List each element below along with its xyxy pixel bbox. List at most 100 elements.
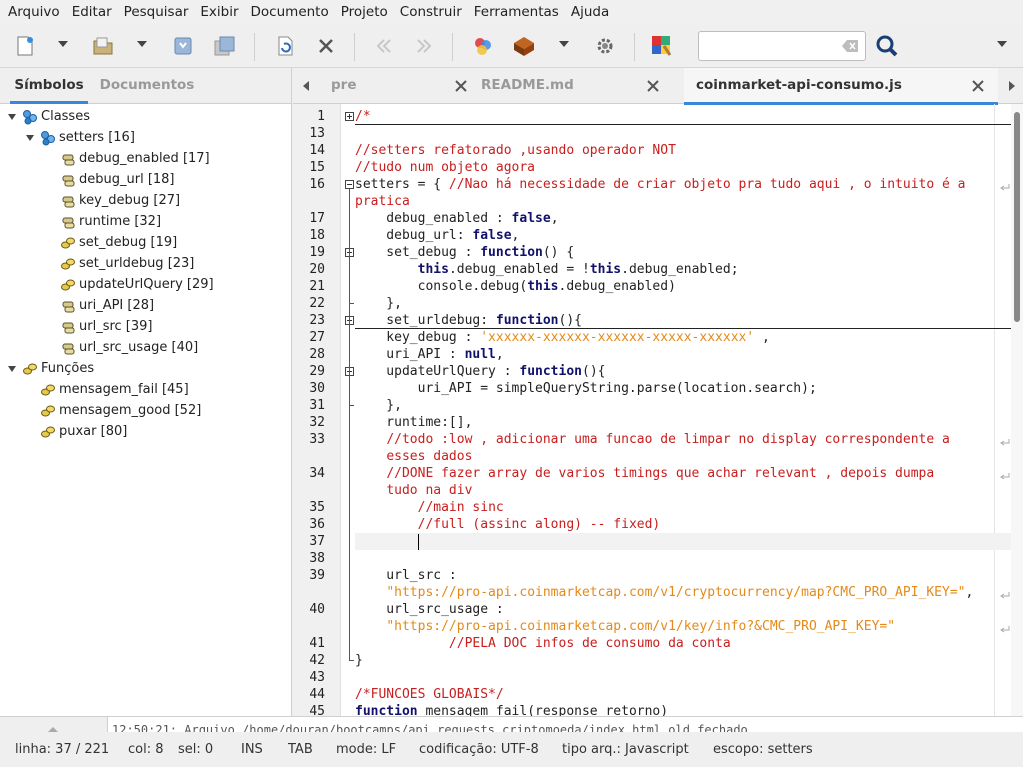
code-keyword: function	[519, 364, 582, 379]
tree-item[interactable]: Funções	[6, 358, 94, 379]
search-input[interactable]	[698, 31, 866, 61]
expand-triangle-icon[interactable]	[24, 132, 36, 144]
fold-expand-icon[interactable]	[345, 112, 354, 121]
menu-ferramentas[interactable]: Ferramentas	[468, 0, 565, 25]
tree-item-label: url_src_usage [40]	[79, 340, 199, 355]
tab-label: README.md	[481, 77, 574, 93]
method-icon	[60, 235, 76, 251]
new-file-icon[interactable]	[12, 33, 38, 59]
new-file-dropdown[interactable]	[58, 41, 68, 47]
line-number: 35	[309, 500, 325, 515]
tree-item[interactable]: url_src_usage [40]	[60, 337, 198, 358]
scrollbar-thumb[interactable]	[1014, 112, 1020, 322]
preferences-icon[interactable]	[592, 33, 618, 59]
open-file-dropdown[interactable]	[137, 41, 147, 47]
message-panel-handle[interactable]	[0, 717, 108, 732]
tree-item-label: key_debug [27]	[79, 193, 181, 208]
class-icon	[40, 130, 56, 146]
save-all-icon[interactable]	[212, 33, 238, 59]
tree-item[interactable]: setters [16]	[24, 127, 135, 148]
line-number: 13	[309, 126, 325, 141]
tab-file-pre[interactable]: pre	[317, 68, 485, 104]
line-number: 39	[309, 568, 325, 583]
vertical-scrollbar[interactable]	[1011, 104, 1023, 716]
fold-collapse-icon[interactable]	[345, 180, 354, 189]
menu-bar: Arquivo Editar Pesquisar Exibir Documento Pro…	[0, 0, 1023, 25]
open-file-icon[interactable]	[90, 33, 116, 59]
tab-file-readme[interactable]: README.md	[469, 68, 669, 104]
back-icon[interactable]	[370, 33, 396, 59]
line-number: 23	[309, 313, 325, 328]
status-filetype: tipo arq.: Javascript	[562, 742, 689, 757]
sidebar-tabs: Símbolos Documentos	[0, 68, 291, 104]
code-keyword: function	[480, 245, 543, 260]
tree-item[interactable]: uri_API [28]	[60, 295, 154, 316]
code-line: "https://pro-api.coinmarketcap.com/v1/cr…	[355, 584, 973, 601]
tree-item[interactable]: debug_enabled [17]	[60, 148, 210, 169]
save-icon[interactable]	[170, 33, 196, 59]
tree-item[interactable]: puxar [80]	[24, 421, 127, 442]
code-text: (){	[558, 313, 582, 328]
menu-exibir[interactable]: Exibir	[194, 0, 244, 25]
status-insert-mode: INS	[241, 742, 263, 757]
menu-arquivo[interactable]: Arquivo	[2, 0, 66, 25]
color-chooser-icon[interactable]	[470, 33, 496, 59]
color-picker-icon[interactable]	[649, 33, 675, 59]
tabs-scroll-left-icon[interactable]	[303, 81, 309, 91]
tree-item-label: url_src [39]	[79, 319, 153, 334]
forward-icon[interactable]	[412, 33, 438, 59]
close-tab-icon[interactable]	[455, 80, 467, 92]
tree-item[interactable]: set_debug [19]	[60, 232, 177, 253]
tree-item[interactable]: debug_url [18]	[60, 169, 175, 190]
tree-item[interactable]: mensagem_good [52]	[24, 400, 201, 421]
method-icon	[60, 256, 76, 272]
code-text: .debug_enabled;	[621, 262, 739, 277]
code-comment: //full (assinc along) -- fixed)	[417, 517, 661, 532]
tree-item-label: updateUrlQuery [29]	[79, 277, 214, 292]
menu-documento[interactable]: Documento	[245, 0, 335, 25]
tabs-scroll-right-icon[interactable]	[1009, 81, 1015, 91]
clear-search-icon[interactable]	[842, 40, 858, 52]
expand-triangle-icon[interactable]	[6, 111, 18, 123]
fold-margin[interactable]	[341, 104, 355, 716]
menu-editar[interactable]: Editar	[66, 0, 118, 25]
build-icon[interactable]	[511, 33, 537, 59]
tree-item[interactable]: updateUrlQuery [29]	[60, 274, 214, 295]
fold-end-marker	[349, 303, 354, 304]
tree-item[interactable]: Classes	[6, 106, 90, 127]
code-line: }	[355, 652, 363, 669]
code-editor[interactable]: /* //setters refatorado ,usando operador …	[355, 104, 1011, 716]
menu-construir[interactable]: Construir	[394, 0, 468, 25]
search-icon[interactable]	[874, 33, 900, 59]
tab-symbols[interactable]: Símbolos	[0, 68, 98, 104]
close-tab-icon[interactable]	[972, 80, 984, 92]
tree-item[interactable]: mensagem_fail [45]	[24, 379, 189, 400]
tree-item[interactable]: key_debug [27]	[60, 190, 180, 211]
menu-ajuda[interactable]: Ajuda	[565, 0, 615, 25]
menu-pesquisar[interactable]: Pesquisar	[118, 0, 195, 25]
menu-projeto[interactable]: Projeto	[335, 0, 394, 25]
sidebar: Símbolos Documentos Classes setters [16] d…	[0, 68, 292, 716]
tree-item[interactable]: set_urldebug [23]	[60, 253, 194, 274]
toolbar-overflow-dropdown[interactable]	[997, 41, 1007, 47]
close-tab-icon[interactable]	[647, 80, 659, 92]
reload-icon[interactable]	[272, 33, 298, 59]
tab-file-coinmarket[interactable]: coinmarket-api-consumo.js	[684, 68, 998, 105]
long-line-marker	[994, 104, 995, 716]
tab-documents[interactable]: Documentos	[98, 68, 196, 103]
code-line: esses dados	[355, 448, 472, 465]
line-number: 22	[309, 296, 325, 311]
build-dropdown[interactable]	[559, 41, 569, 47]
close-icon[interactable]	[313, 33, 339, 59]
toolbar	[0, 25, 1023, 68]
variable-icon	[60, 298, 76, 314]
code-comment: esses dados	[386, 449, 473, 464]
expand-triangle-icon[interactable]	[6, 363, 18, 375]
tree-item[interactable]: runtime [32]	[60, 211, 161, 232]
tree-item[interactable]: url_src [39]	[60, 316, 153, 337]
code-text: url_src :	[355, 568, 457, 583]
status-scope: escopo: setters	[713, 742, 813, 757]
code-text: set_debug :	[355, 245, 481, 260]
